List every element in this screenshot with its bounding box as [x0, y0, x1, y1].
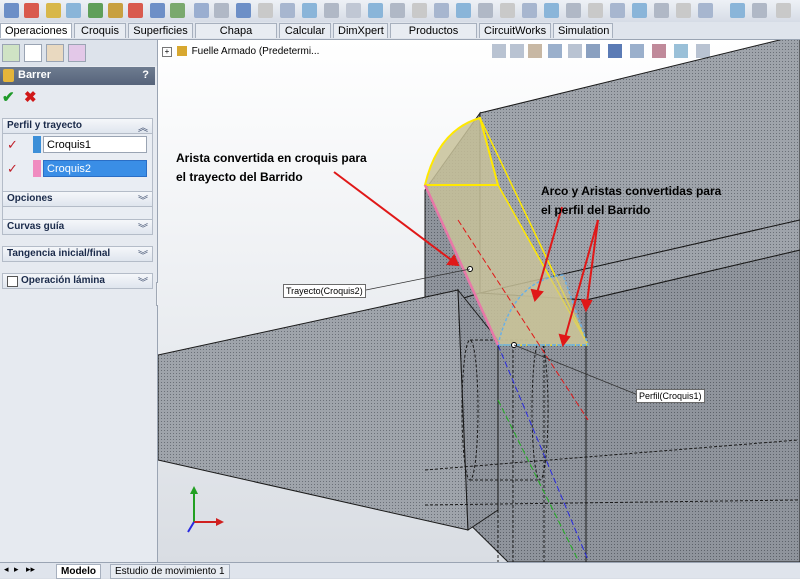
tool-icon[interactable] — [302, 3, 317, 18]
profile-label[interactable]: Perfil(Croquis1) — [636, 389, 705, 403]
configuration-manager-icon[interactable] — [46, 44, 64, 62]
group-label: Perfil y trayecto — [7, 120, 83, 131]
tool-icon[interactable] — [522, 3, 537, 18]
group-operacion-lamina[interactable]: Operación lámina ︾ — [2, 273, 153, 289]
profile-callout-line-1: Arco y Aristas convertidas para — [541, 184, 722, 198]
tool-icon[interactable] — [698, 3, 713, 18]
path-field[interactable]: Croquis2 — [43, 160, 147, 177]
tool-icon[interactable] — [730, 3, 745, 18]
tool-icon[interactable] — [108, 3, 123, 18]
tool-icon[interactable] — [434, 3, 449, 18]
path-callout-line-1: Arista convertida en croquis para — [176, 151, 367, 165]
profile-callout-line-2: el perfil del Barrido — [541, 203, 651, 217]
graphics-area[interactable]: + Fuelle Armado (Predetermi... Arista co… — [158, 40, 800, 562]
group-label: Operación lámina — [21, 275, 105, 286]
tool-icon[interactable] — [776, 3, 791, 18]
tab-calcular[interactable]: Calcular — [279, 23, 331, 38]
tool-icon[interactable] — [150, 3, 165, 18]
checkbox[interactable] — [7, 276, 18, 287]
tab-dimxpert[interactable]: DimXpert — [333, 23, 388, 38]
path-callout: Arista convertida en croquis para el tra… — [176, 149, 367, 187]
chevron-down-icon[interactable]: ︾ — [138, 192, 148, 207]
group-opciones[interactable]: Opciones ︾ — [2, 191, 153, 207]
panel-tabs — [0, 40, 157, 66]
scroll-right-icon[interactable]: ▸ — [14, 564, 19, 575]
tool-icon[interactable] — [478, 3, 493, 18]
feature-manager-icon[interactable] — [2, 44, 20, 62]
path-label[interactable]: Trayecto(Croquis2) — [283, 284, 366, 298]
triad-icon — [187, 486, 224, 533]
tool-icon[interactable] — [654, 3, 669, 18]
tool-icon[interactable] — [128, 3, 143, 18]
help-button[interactable]: ? — [142, 69, 149, 81]
group-label: Tangencia inicial/final — [7, 248, 111, 259]
scroll-left-icon[interactable]: ◂ — [4, 564, 9, 575]
chevron-down-icon[interactable]: ︾ — [138, 220, 148, 235]
tool-icon[interactable] — [214, 3, 229, 18]
tool-icon[interactable] — [588, 3, 603, 18]
path-color-chip — [33, 160, 41, 177]
tab-croquis[interactable]: Croquis — [74, 23, 126, 38]
tool-icon[interactable] — [66, 3, 81, 18]
property-manager-title: Barrer ? — [0, 67, 155, 85]
bottom-tabs: ◂ ▸ ▸▸ Modelo Estudio de movimiento 1 — [0, 562, 800, 579]
group-label: Opciones — [7, 193, 53, 204]
tab-simulation[interactable]: Simulation — [553, 23, 613, 38]
dimxpert-manager-icon[interactable] — [68, 44, 86, 62]
chevron-up-icon[interactable]: ︽ — [138, 119, 148, 134]
tab-circuitworks[interactable]: CircuitWorks — [479, 23, 551, 38]
property-manager-panel: Barrer ? ✔ ✖ Perfil y trayecto ︽ ✓︎ Croq… — [0, 40, 158, 577]
tab-productos-office[interactable]: Productos Office — [390, 23, 477, 52]
tool-icon[interactable] — [324, 3, 339, 18]
tool-icon[interactable] — [88, 3, 103, 18]
x-icon[interactable]: ✖ — [24, 88, 37, 106]
tool-icon[interactable] — [46, 3, 61, 18]
tool-icon[interactable] — [632, 3, 647, 18]
group-tangencia[interactable]: Tangencia inicial/final ︾ — [2, 246, 153, 262]
property-manager-icon[interactable] — [24, 44, 42, 62]
command-manager-tabs: Operaciones Croquis Superficies Chapa me… — [0, 22, 800, 52]
tab-superficies[interactable]: Superficies — [128, 23, 193, 38]
profile-color-chip — [33, 136, 41, 153]
tool-icon[interactable] — [24, 3, 39, 18]
tool-icon[interactable] — [368, 3, 383, 18]
group-perfil-trayecto[interactable]: Perfil y trayecto ︽ — [2, 118, 153, 134]
tool-icon[interactable] — [676, 3, 691, 18]
tool-icon[interactable] — [500, 3, 515, 18]
sweep-icon — [3, 69, 14, 82]
tool-icon[interactable] — [170, 3, 185, 18]
tool-icon[interactable] — [236, 3, 251, 18]
chevron-down-icon[interactable]: ︾ — [138, 274, 148, 289]
tool-icon[interactable] — [412, 3, 427, 18]
feature-title: Barrer — [18, 69, 52, 81]
tool-icon[interactable] — [258, 3, 273, 18]
tool-icon[interactable] — [4, 3, 19, 18]
chevron-down-icon[interactable]: ︾ — [138, 247, 148, 262]
path-selector-icon: ✓︎ — [7, 161, 18, 176]
tab-chapa-metalica[interactable]: Chapa metálica — [195, 23, 277, 52]
tool-icon[interactable] — [390, 3, 405, 18]
tool-icon[interactable] — [194, 3, 209, 18]
tab-operaciones[interactable]: Operaciones — [0, 23, 72, 38]
tool-icon[interactable] — [544, 3, 559, 18]
check-icon[interactable]: ✔ — [2, 88, 15, 106]
tool-icon[interactable] — [610, 3, 625, 18]
tool-icon[interactable] — [456, 3, 471, 18]
tool-icon[interactable] — [752, 3, 767, 18]
scroll-last-icon[interactable]: ▸▸ — [26, 564, 35, 575]
tool-icon[interactable] — [566, 3, 581, 18]
profile-selector-icon: ✓︎ — [7, 137, 18, 152]
group-label: Curvas guía — [7, 221, 65, 232]
model-geometry — [158, 40, 800, 562]
perfil-trayecto-body: ✓︎ Croquis1 ✓︎ Croquis2 — [2, 134, 153, 222]
profile-callout: Arco y Aristas convertidas para el perfi… — [541, 182, 721, 220]
path-callout-line-2: el trayecto del Barrido — [176, 170, 303, 184]
group-curvas-guia[interactable]: Curvas guía ︾ — [2, 219, 153, 235]
top-toolbar — [0, 0, 800, 23]
tool-icon[interactable] — [280, 3, 295, 18]
profile-field[interactable]: Croquis1 — [43, 136, 147, 153]
tool-icon[interactable] — [346, 3, 361, 18]
